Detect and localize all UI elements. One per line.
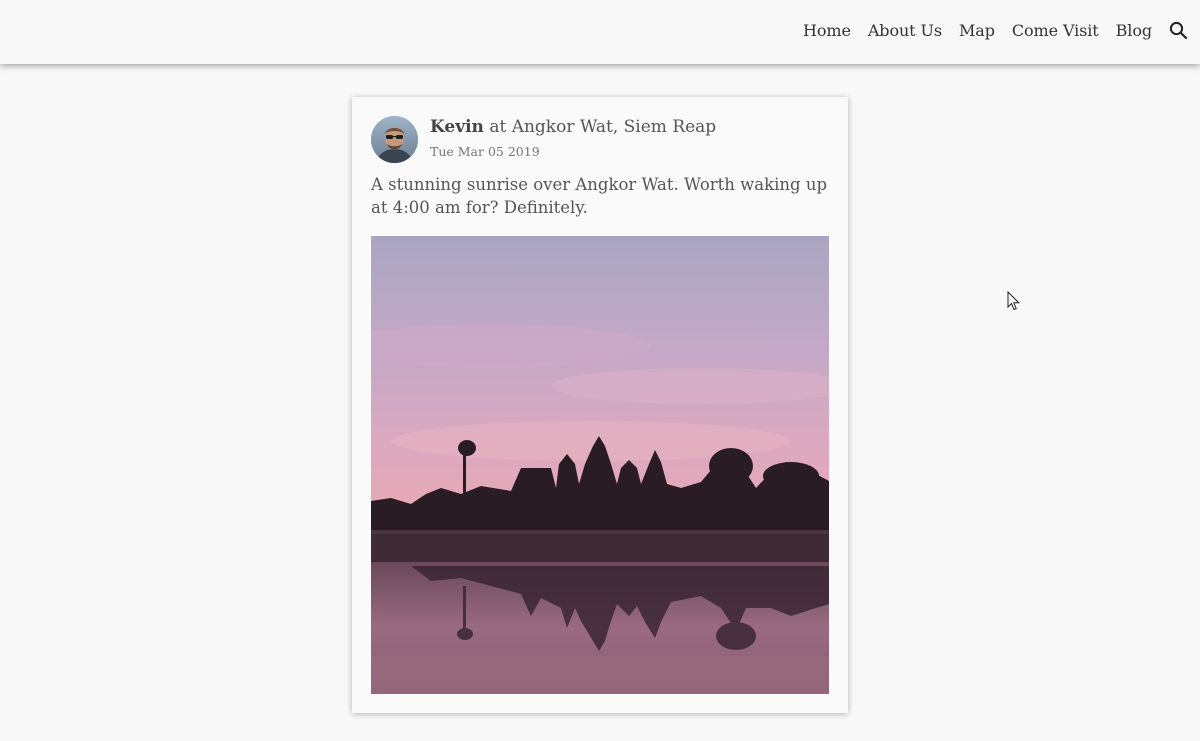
post-author-name[interactable]: Kevin [430,117,484,137]
nav-about-us-link[interactable]: About Us [868,21,942,40]
search-button[interactable] [1168,20,1188,40]
nav-home-link[interactable]: Home [803,21,851,40]
post-caption: A stunning sunrise over Angkor Wat. Wort… [371,175,828,217]
main-nav: Home About Us Map Come Visit Blog [786,0,1188,60]
nav-blog-link[interactable]: Blog [1116,21,1152,40]
post-location[interactable]: Angkor Wat, Siem Reap [512,117,717,137]
post-location-prefix: at [489,117,507,137]
avatar-photo [371,116,418,163]
mouse-pointer-icon [1007,291,1021,311]
search-icon [1169,21,1187,39]
nav-come-visit-link[interactable]: Come Visit [1012,21,1099,40]
top-navigation-bar: Home About Us Map Come Visit Blog [0,0,1200,64]
post-author-line: Kevin at Angkor Wat, Siem Reap [430,117,716,137]
nav-map-link[interactable]: Map [959,21,995,40]
angkor-wat-sunrise-photo [371,236,829,694]
author-avatar[interactable] [371,116,418,163]
post-photo[interactable] [371,236,829,694]
post-date: Tue Mar 05 2019 [430,144,540,159]
post-card: Kevin at Angkor Wat, Siem Reap Tue Mar 0… [352,97,848,713]
